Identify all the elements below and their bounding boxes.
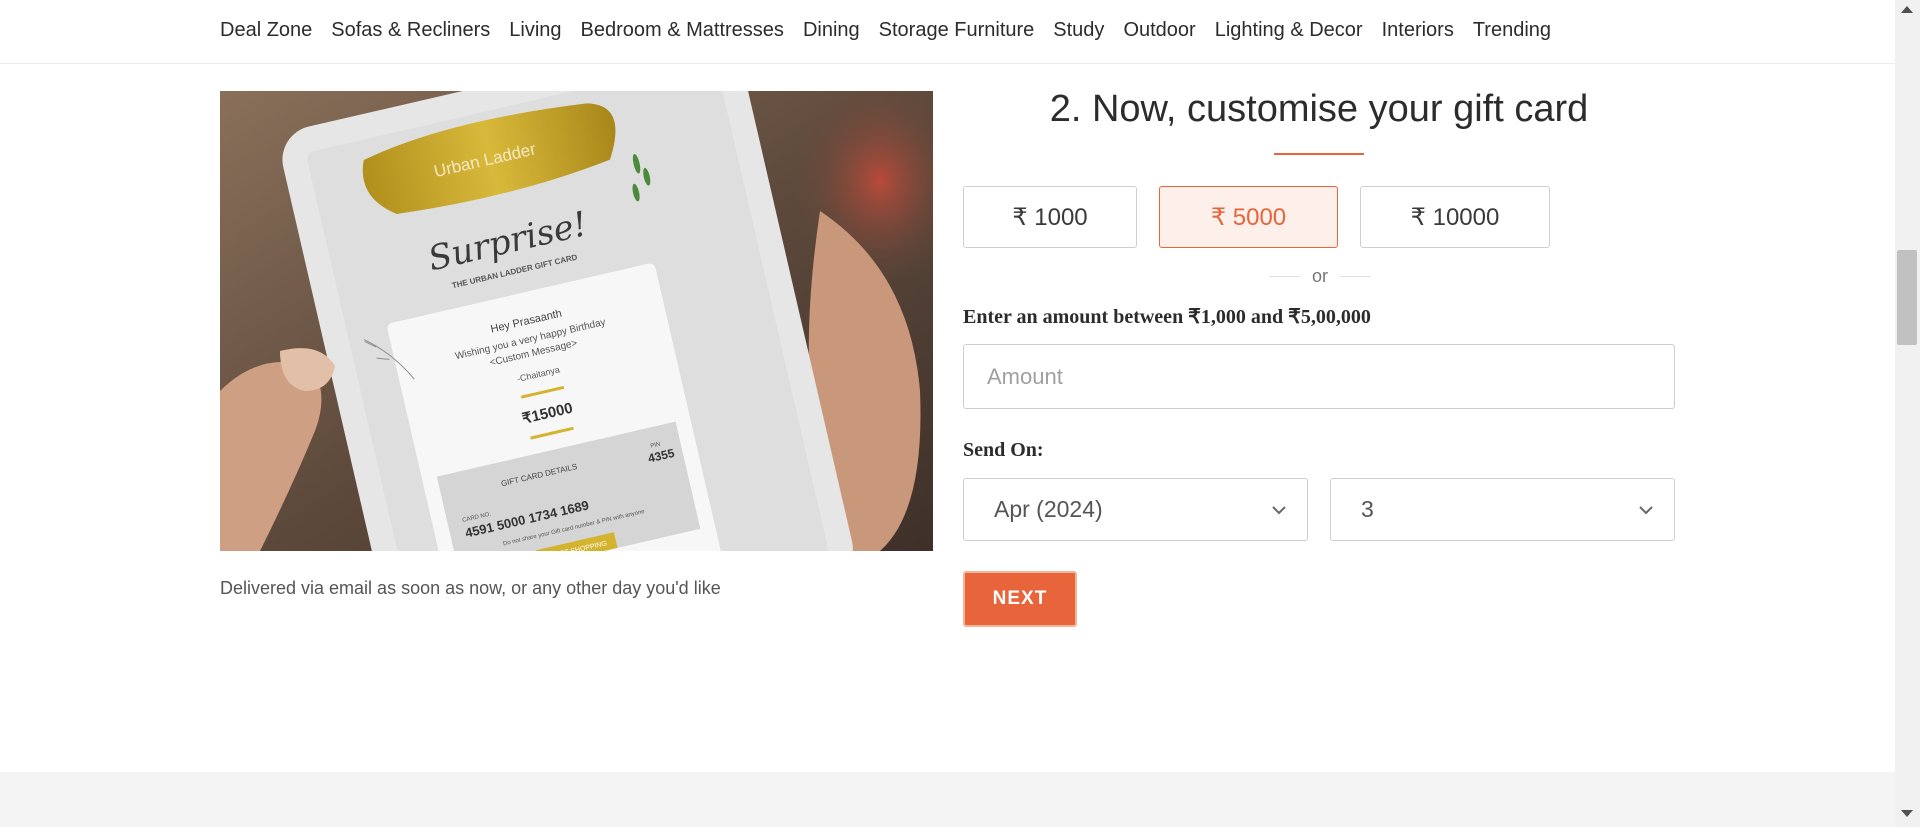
amount-5000-button[interactable]: ₹ 5000 xyxy=(1159,186,1338,248)
title-underline xyxy=(1274,153,1364,155)
nav-item-deal-zone[interactable]: Deal Zone xyxy=(220,19,312,42)
day-select[interactable]: 3 xyxy=(1330,478,1675,541)
amount-10000-button[interactable]: ₹ 10000 xyxy=(1360,186,1550,248)
nav-item-outdoor[interactable]: Outdoor xyxy=(1123,19,1195,42)
next-button[interactable]: NEXT xyxy=(963,571,1077,627)
nav-list: Deal Zone Sofas & Recliners Living Bedro… xyxy=(220,0,1551,60)
gift-card-preview-image: Urban Ladder Surprise! THE URBAN LADDER … xyxy=(220,91,933,551)
scroll-down-arrow-icon[interactable] xyxy=(1901,810,1913,817)
chevron-down-icon xyxy=(1639,505,1653,514)
or-divider: or xyxy=(1265,266,1375,286)
chevron-down-icon xyxy=(1272,505,1286,514)
amount-range-label: Enter an amount between ₹1,000 and ₹5,00… xyxy=(963,306,1371,328)
scroll-up-arrow-icon[interactable] xyxy=(1901,6,1913,13)
nav-item-bedroom-mattresses[interactable]: Bedroom & Mattresses xyxy=(581,19,784,42)
delivery-caption: Delivered via email as soon as now, or a… xyxy=(220,578,721,598)
nav-item-trending[interactable]: Trending xyxy=(1473,19,1551,42)
amount-1000-button[interactable]: ₹ 1000 xyxy=(963,186,1137,248)
nav-item-sofas-recliners[interactable]: Sofas & Recliners xyxy=(331,19,490,42)
page-scrollbar[interactable] xyxy=(1895,0,1920,827)
nav-item-storage-furniture[interactable]: Storage Furniture xyxy=(879,19,1035,42)
scrollbar-thumb[interactable] xyxy=(1897,250,1917,345)
top-nav: Deal Zone Sofas & Recliners Living Bedro… xyxy=(0,0,1895,64)
amount-input[interactable] xyxy=(963,344,1675,409)
month-select[interactable]: Apr (2024) xyxy=(963,478,1308,541)
divider-line-left xyxy=(1269,275,1300,277)
divider-line-right xyxy=(1340,275,1370,277)
footer-band xyxy=(0,772,1895,827)
month-select-value: Apr (2024) xyxy=(994,496,1103,522)
page-title: 2. Now, customise your gift card xyxy=(1049,88,1589,130)
nav-item-study[interactable]: Study xyxy=(1053,19,1104,42)
or-text: or xyxy=(1311,265,1328,286)
day-select-value: 3 xyxy=(1361,496,1374,522)
send-on-label: Send On: xyxy=(963,439,1044,461)
nav-item-lighting-decor[interactable]: Lighting & Decor xyxy=(1215,19,1363,42)
nav-item-dining[interactable]: Dining xyxy=(803,19,860,42)
nav-item-living[interactable]: Living xyxy=(509,19,561,42)
nav-item-interiors[interactable]: Interiors xyxy=(1382,19,1454,42)
